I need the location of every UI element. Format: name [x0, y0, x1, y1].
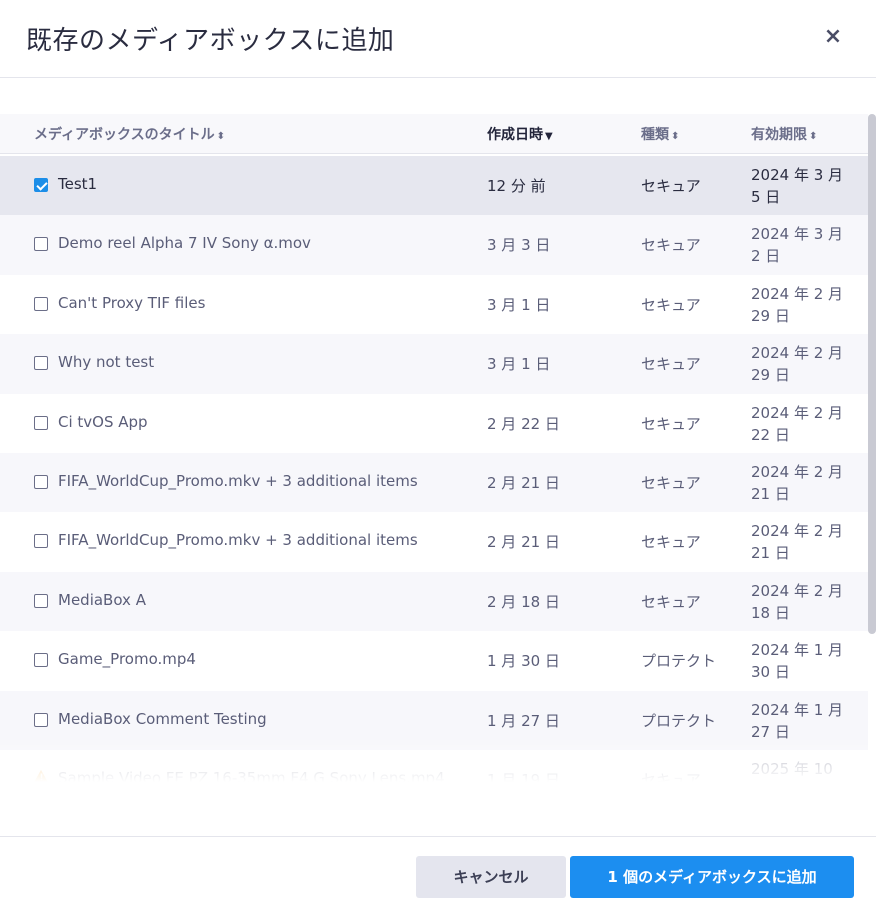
- row-expire: 2024 年 2 月 29 日: [751, 284, 844, 325]
- table-row[interactable]: Game_Promo.mp4 1 月 30 日 プロテクト 2024 年 1 月 30…: [0, 631, 868, 690]
- table-row[interactable]: MediaBox Comment Testing 1 月 27 日 プロテクト 202…: [0, 690, 868, 750]
- table-row[interactable]: Can't Proxy TIF files 3 月 1 日 セキュア 2024 年 2…: [0, 275, 868, 334]
- row-checkbox[interactable]: [34, 296, 48, 311]
- sort-icon: ⬍: [216, 131, 225, 142]
- row-created: 2 月 22 日: [487, 414, 560, 433]
- row-checkbox[interactable]: [34, 474, 48, 489]
- column-expire-label: 有効期限: [751, 127, 807, 143]
- dialog-header: 既存のメディアボックスに追加 ×: [0, 0, 876, 78]
- column-header-title[interactable]: メディアボックスのタイトル ⬍: [34, 124, 225, 144]
- column-created-label: 作成日時: [487, 127, 543, 143]
- row-expire: 2024 年 2 月 29 日: [751, 344, 844, 385]
- scroll-fade: [0, 742, 868, 782]
- row-title: Ci tvOS App: [58, 412, 148, 431]
- row-checkbox[interactable]: [34, 712, 48, 727]
- row-type: セキュア: [641, 473, 701, 492]
- table-row[interactable]: Ci tvOS App 2 月 22 日 セキュア 2024 年 2 月 22 日: [0, 394, 868, 453]
- table-row[interactable]: Why not test 3 月 1 日 セキュア 2024 年 2 月 29 日: [0, 334, 868, 394]
- row-title: MediaBox Comment Testing: [58, 709, 267, 728]
- row-checkbox[interactable]: [34, 178, 48, 192]
- row-created: 3 月 1 日: [487, 295, 551, 314]
- row-created: 2 月 21 日: [487, 473, 560, 492]
- row-checkbox[interactable]: [34, 415, 48, 430]
- table-row[interactable]: FIFA_WorldCup_Promo.mkv + 3 additional i…: [0, 512, 868, 571]
- dialog-title: 既存のメディアボックスに追加: [26, 26, 395, 56]
- cancel-button[interactable]: キャンセル: [416, 856, 566, 898]
- row-type: セキュア: [641, 355, 701, 374]
- row-checkbox[interactable]: [34, 237, 48, 252]
- row-expire: 2024 年 2 月 22 日: [751, 403, 844, 444]
- row-title: FIFA_WorldCup_Promo.mkv + 3 additional i…: [58, 531, 418, 550]
- table-row[interactable]: FIFA_WorldCup_Promo.mkv + 3 additional i…: [0, 452, 868, 513]
- row-title: Game_Promo.mp4: [58, 650, 196, 669]
- row-title: Can't Proxy TIF files: [58, 293, 206, 312]
- close-icon[interactable]: ×: [820, 24, 846, 50]
- row-type: プロテクト: [641, 652, 717, 671]
- row-created: 12 分 前: [487, 177, 546, 195]
- add-to-mediabox-dialog: 既存のメディアボックスに追加 × メディアボックスのタイトル ⬍ 作成日時 ▼ 種類…: [0, 0, 876, 915]
- row-type: セキュア: [641, 414, 701, 433]
- row-title: FIFA_WorldCup_Promo.mkv + 3 additional i…: [58, 471, 418, 490]
- row-expire: 2024 年 2 月 18 日: [751, 581, 844, 622]
- row-type: セキュア: [641, 236, 701, 255]
- row-created: 2 月 21 日: [487, 533, 560, 552]
- row-expire: 2024 年 1 月 30 日: [751, 641, 844, 682]
- column-header-type[interactable]: 種類 ⬍: [641, 124, 679, 144]
- row-checkbox[interactable]: [34, 593, 48, 608]
- table-body: Test1 12 分 前セキュア 2024 年 3 月 5 日 Demo reel A…: [0, 156, 868, 782]
- row-expire: 2024 年 2 月 21 日: [751, 522, 844, 563]
- sort-desc-icon: ▼: [545, 131, 553, 142]
- mediabox-table: メディアボックスのタイトル ⬍ 作成日時 ▼ 種類 ⬍ 有効期限 ⬍ Test1 12 分…: [0, 114, 868, 782]
- row-expire: 2024 年 3 月 2 日: [751, 225, 844, 266]
- table-row[interactable]: Demo reel Alpha 7 IV Sony α.mov 3 月 3 日 セキ…: [0, 215, 868, 275]
- column-title-label: メディアボックスのタイトル: [34, 127, 215, 143]
- row-title: Why not test: [58, 353, 155, 372]
- row-type: セキュア: [641, 533, 701, 552]
- row-title: MediaBox A: [58, 590, 146, 609]
- column-type-label: 種類: [641, 127, 669, 143]
- dialog-footer: キャンセル 1 個のメディアボックスに追加: [0, 836, 876, 915]
- sort-icon: ⬍: [809, 131, 818, 142]
- row-type: プロテクト: [641, 711, 717, 730]
- add-to-mediabox-button[interactable]: 1 個のメディアボックスに追加: [570, 856, 854, 898]
- row-type: セキュア: [641, 295, 701, 314]
- table-row[interactable]: MediaBox A 2 月 18 日 セキュア 2024 年 2 月 18 日: [0, 571, 868, 632]
- column-header-created[interactable]: 作成日時 ▼: [487, 124, 553, 144]
- row-expire: 2024 年 3 月 5 日: [751, 166, 844, 206]
- table-row[interactable]: Test1 12 分 前 セキュア 2024 年 3 月 5 日: [0, 156, 868, 216]
- column-header-expire[interactable]: 有効期限 ⬍: [751, 124, 817, 144]
- row-expire: 2024 年 2 月 21 日: [751, 462, 844, 503]
- row-created: 1 月 27 日: [487, 711, 560, 730]
- row-created: 3 月 1 日: [487, 355, 551, 374]
- sort-icon: ⬍: [671, 131, 680, 142]
- row-checkbox[interactable]: [34, 653, 48, 668]
- row-expire: 2024 年 1 月 27 日: [751, 700, 844, 741]
- row-title: Demo reel Alpha 7 IV Sony α.mov: [58, 234, 311, 253]
- row-created: 2 月 18 日: [487, 592, 560, 611]
- row-checkbox[interactable]: [34, 356, 48, 371]
- table-header: メディアボックスのタイトル ⬍ 作成日時 ▼ 種類 ⬍ 有効期限 ⬍: [0, 114, 868, 154]
- scrollbar[interactable]: [868, 114, 876, 634]
- row-created: 3 月 3 日: [487, 236, 551, 255]
- row-type: セキュア: [641, 592, 701, 611]
- row-created: 1 月 30 日: [487, 652, 560, 671]
- row-checkbox[interactable]: [34, 534, 48, 549]
- row-title: Test1: [58, 175, 98, 193]
- row-type: セキュア: [641, 177, 701, 195]
